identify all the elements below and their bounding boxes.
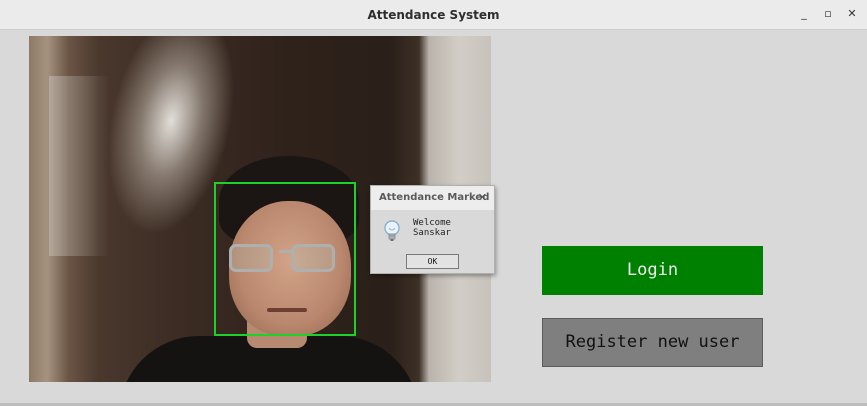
dialog-titlebar: Attendance Marked ✕	[371, 186, 494, 210]
minimize-button[interactable]: _	[797, 7, 811, 21]
register-new-user-button[interactable]: Register new user	[542, 318, 763, 367]
dialog-ok-button[interactable]: OK	[406, 254, 459, 269]
light-reflection-left	[49, 76, 109, 256]
window-titlebar: Attendance System _ ▫ ✕	[0, 0, 867, 30]
dialog-message: Welcome Sanskar	[413, 218, 451, 238]
face-detection-box	[214, 182, 356, 336]
lightbulb-icon	[383, 220, 401, 246]
login-button[interactable]: Login	[542, 246, 763, 295]
window-title: Attendance System	[367, 8, 500, 22]
close-button[interactable]: ✕	[845, 7, 859, 21]
maximize-button[interactable]: ▫	[821, 7, 835, 21]
dialog-title: Attendance Marked	[379, 192, 490, 203]
dialog-close-button[interactable]: ✕	[478, 191, 487, 204]
attendance-dialog: Attendance Marked ✕ Welcome Sanskar OK	[370, 185, 495, 274]
